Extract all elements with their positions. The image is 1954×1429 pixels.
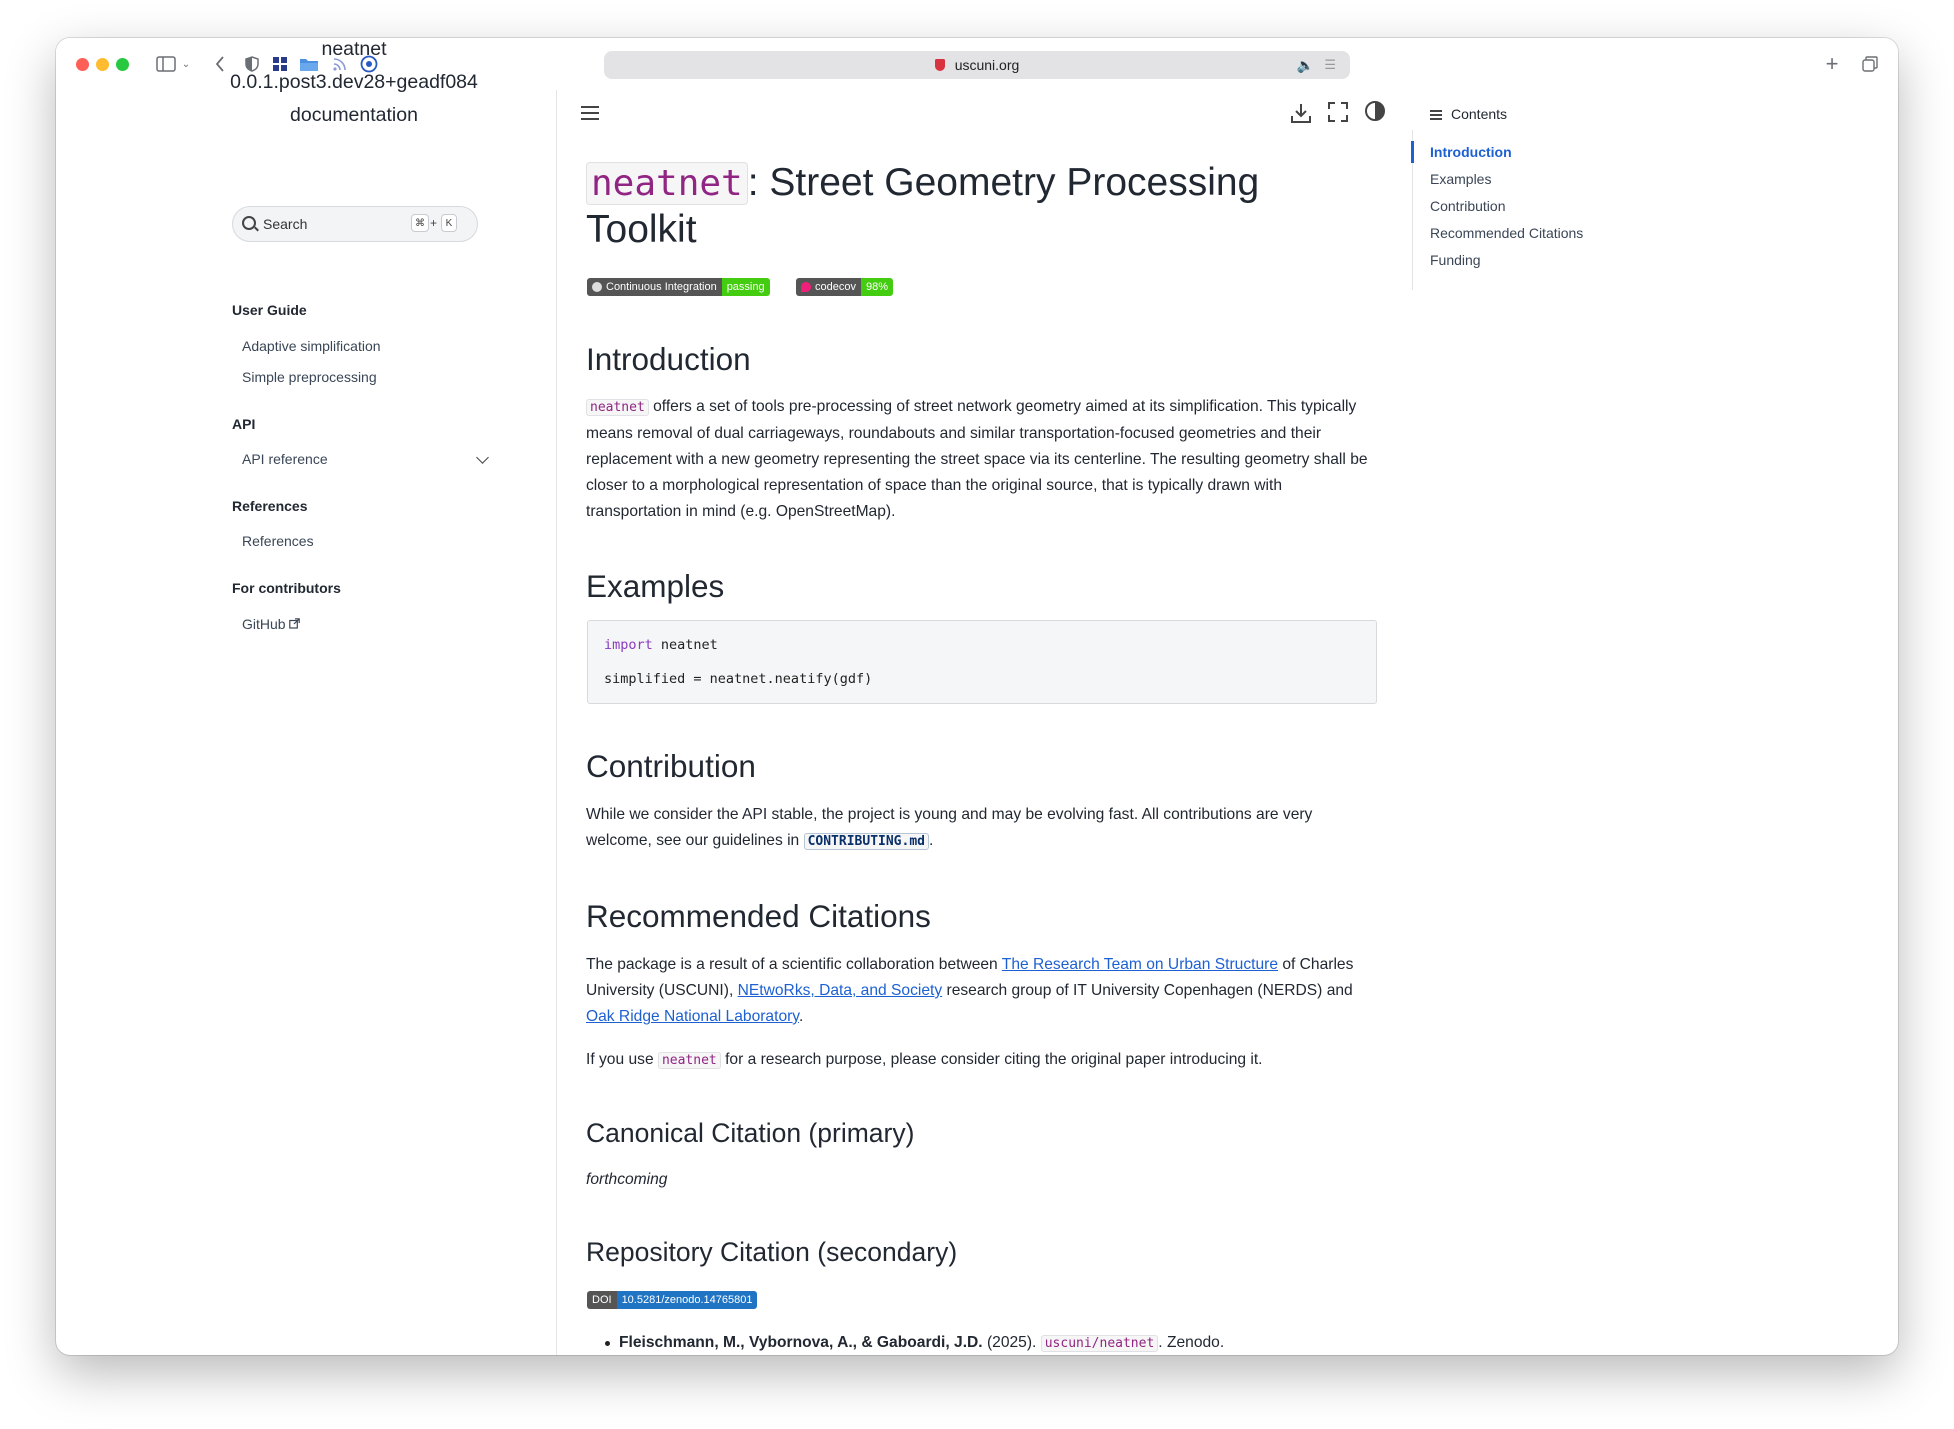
heading-repository-citation: Repository Citation (secondary) (586, 1237, 958, 1267)
ci-badge[interactable]: Continuous Integration passing (587, 278, 770, 296)
doi-badge[interactable]: DOI 10.5281/zenodo.14765801 (587, 1291, 758, 1309)
link-research-team[interactable]: The Research Team on Urban Structure (1002, 956, 1278, 973)
intro-code: neatnet (586, 399, 649, 416)
toc-item-introduction[interactable]: Introduction (1430, 144, 1512, 160)
audio-playing-icon[interactable]: 🔈 (1297, 57, 1314, 74)
toc-item-examples[interactable]: Examples (1430, 171, 1491, 187)
link-nerds[interactable]: NEtwoRks, Data, and Society (738, 982, 943, 999)
new-tab-icon[interactable]: + (1822, 51, 1842, 76)
minimize-window-button[interactable] (96, 58, 109, 71)
sidebar-item-simple-preprocessing[interactable]: Simple preprocessing (242, 369, 377, 385)
external-link-icon (289, 618, 301, 629)
cite-request-b: for a research purpose, please consider … (720, 1051, 1263, 1068)
doi-label: DOI (587, 1291, 617, 1309)
github-link-label: GitHub (242, 616, 286, 632)
github-icon (592, 282, 602, 292)
citations-text-c: research group of IT University Copenhag… (942, 982, 1353, 999)
toc-item-contribution[interactable]: Contribution (1430, 198, 1506, 214)
heading-examples: Examples (586, 568, 725, 604)
tab-overview-icon[interactable] (1860, 52, 1880, 76)
codecov-badge-value: 98% (860, 278, 894, 296)
project-title[interactable]: neatnet 0.0.1.post3.dev28+geadf084 docum… (218, 33, 490, 132)
heading-recommended-citations: Recommended Citations (586, 898, 931, 934)
search-icon (242, 216, 256, 230)
intro-paragraph: neatnet offers a set of tools pre-proces… (586, 394, 1378, 525)
zoom-window-button[interactable] (116, 58, 129, 71)
download-icon[interactable] (1290, 102, 1312, 124)
project-name: neatnet (321, 38, 387, 60)
theme-toggle-icon[interactable] (1364, 100, 1386, 122)
sidebar-item-references[interactable]: References (242, 533, 314, 549)
heading-contribution: Contribution (586, 748, 756, 784)
contribution-text: While we consider the API stable, the pr… (586, 806, 1313, 849)
citations-text-d: . (798, 1008, 804, 1025)
sidebar-item-adaptive-simplification[interactable]: Adaptive simplification (242, 338, 381, 354)
search-placeholder: Search (263, 216, 308, 232)
heading-introduction: Introduction (586, 341, 751, 377)
ci-badge-label: Continuous Integration (606, 281, 717, 293)
citation-list-item: Fleischmann, M., Vybornova, A., & Gaboar… (604, 1330, 1225, 1357)
section-for-contributors: For contributors (232, 580, 341, 596)
contribution-paragraph: While we consider the API stable, the pr… (586, 802, 1378, 855)
intro-text: offers a set of tools pre-processing of … (586, 398, 1368, 520)
reader-mode-icon[interactable]: ☰ (1324, 57, 1336, 73)
address-bar[interactable]: uscuni.org 🔈 ☰ (604, 51, 1350, 79)
citation-year: (2025). (982, 1334, 1041, 1351)
citations-text-a: The package is a result of a scientific … (586, 956, 1002, 973)
section-user-guide: User Guide (232, 302, 307, 318)
close-window-button[interactable] (76, 58, 89, 71)
plus-sign: + (430, 216, 438, 230)
section-api: API (232, 416, 256, 432)
fullscreen-icon[interactable] (1328, 102, 1350, 124)
contribution-end: . (928, 832, 934, 849)
sidebar-item-api-reference[interactable]: API reference (242, 451, 328, 467)
citation-authors: Fleischmann, M., Vybornova, A., & Gaboar… (619, 1334, 983, 1351)
toc-heading: Contents (1451, 106, 1508, 122)
cite-request-code: neatnet (657, 1052, 721, 1069)
search-input[interactable]: Search ⌘ + K (232, 206, 478, 242)
heading-canonical-citation: Canonical Citation (primary) (586, 1118, 915, 1148)
toc-active-indicator (1411, 141, 1414, 163)
sidebar-item-github[interactable]: GitHub (242, 616, 301, 632)
section-references: References (232, 498, 308, 514)
sidebar-divider (556, 90, 557, 1355)
cmd-key-badge: ⌘ (411, 214, 429, 232)
toc-item-recommended-citations[interactable]: Recommended Citations (1430, 225, 1583, 241)
code-line-1: neatnet (652, 637, 718, 653)
list-icon (1430, 110, 1442, 120)
contributing-link[interactable]: CONTRIBUTING.md (803, 832, 929, 850)
project-version: 0.0.1.post3.dev28+geadf084 (230, 71, 478, 93)
sidebar-toggle-icon[interactable] (154, 52, 178, 76)
k-key-badge: K (441, 214, 457, 232)
hamburger-menu-icon[interactable] (581, 106, 599, 120)
chevron-down-icon[interactable]: ⌄ (180, 52, 192, 76)
canonical-citation-text: forthcoming (586, 1171, 668, 1188)
codecov-badge-label: codecov (815, 281, 856, 293)
cite-request-paragraph: If you use neatnet for a research purpos… (586, 1047, 1378, 1074)
project-doc-label: documentation (290, 104, 418, 126)
title-code: neatnet (586, 162, 748, 205)
site-shield-icon (934, 59, 945, 71)
ci-badge-status: passing (721, 278, 770, 296)
citation-end: . Zenodo. (1158, 1334, 1225, 1351)
url-text: uscuni.org (954, 57, 1020, 73)
code-keyword: import (604, 637, 653, 653)
citation-repo-code: uscuni/neatnet (1040, 1335, 1159, 1352)
codecov-badge[interactable]: codecov 98% (796, 278, 894, 296)
citations-paragraph: The package is a result of a scientific … (586, 952, 1378, 1030)
contributing-code: CONTRIBUTING.md (803, 833, 929, 850)
doi-value: 10.5281/zenodo.14765801 (616, 1291, 758, 1309)
link-ornl[interactable]: Oak Ridge National Laboratory (586, 1008, 799, 1025)
toc-item-funding[interactable]: Funding (1430, 252, 1481, 268)
cite-request-a: If you use (586, 1051, 658, 1068)
code-block[interactable]: import neatnet simplified = neatnet.neat… (587, 620, 1377, 704)
codecov-icon (801, 282, 811, 292)
code-line-2: simplified = neatnet.neatify(gdf) (604, 671, 873, 687)
page-title: neatnet: Street Geometry Processing Tool… (586, 160, 1346, 253)
